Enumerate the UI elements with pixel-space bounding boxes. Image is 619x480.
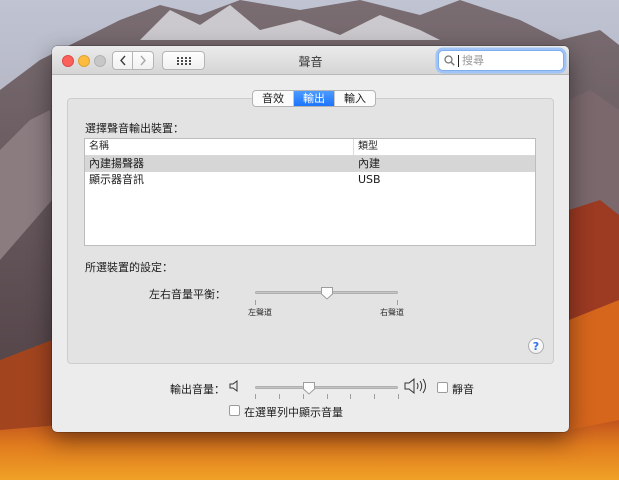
balance-tick-left	[255, 300, 256, 305]
device-name: 內建揚聲器	[89, 157, 144, 170]
table-header: 名稱 類型	[85, 139, 535, 156]
mute-label: 靜音	[452, 383, 474, 396]
volume-slider-thumb[interactable]	[302, 381, 316, 395]
volume-tick	[374, 394, 376, 399]
volume-tick	[326, 394, 328, 399]
tab-output[interactable]: 輸出	[294, 91, 335, 106]
volume-slider-track[interactable]	[255, 386, 398, 389]
text-cursor	[458, 54, 459, 67]
balance-label: 左右音量平衡：	[149, 288, 226, 301]
volume-tick	[255, 394, 256, 399]
device-type: 內建	[358, 157, 380, 170]
tab-sound-effects[interactable]: 音效	[253, 91, 294, 106]
device-name: 顯示器音訊	[89, 173, 144, 186]
selected-device-settings-label: 所選裝置的設定：	[85, 261, 173, 274]
select-output-device-label: 選擇聲音輸出裝置：	[85, 122, 184, 135]
volume-tick	[398, 394, 399, 399]
search-field[interactable]	[438, 50, 564, 71]
show-volume-in-menubar-label: 在選單列中顯示音量	[244, 406, 343, 419]
tab-input[interactable]: 輸入	[335, 91, 375, 106]
volume-tick	[278, 394, 280, 399]
balance-tick-right	[397, 300, 398, 305]
balance-right-label: 右聲道	[380, 308, 404, 317]
help-button[interactable]: ?	[528, 338, 544, 354]
speaker-high-icon	[404, 377, 426, 395]
volume-tick	[350, 394, 352, 399]
speaker-low-icon	[229, 380, 238, 392]
device-type: USB	[358, 173, 381, 186]
balance-slider-thumb[interactable]	[320, 286, 334, 300]
balance-left-label: 左聲道	[248, 308, 272, 317]
tab-bar: 音效 輸出 輸入	[252, 90, 376, 107]
column-header-name[interactable]: 名稱	[85, 139, 354, 155]
show-volume-in-menubar-checkbox[interactable]	[229, 405, 240, 416]
table-row[interactable]: 顯示器音訊 USB	[85, 172, 535, 188]
title-bar: 聲音	[52, 46, 569, 75]
column-header-type[interactable]: 類型	[354, 139, 378, 155]
output-volume-label: 輸出音量：	[170, 383, 225, 396]
search-input[interactable]	[462, 54, 562, 67]
output-device-table: 名稱 類型 內建揚聲器 內建 顯示器音訊 USB	[84, 138, 536, 246]
search-icon	[444, 55, 455, 66]
sound-preferences-window: 聲音 音效 輸出 輸入 選擇聲音輸出裝置： 名稱 類型 內建揚聲器 內建 顯示器…	[52, 46, 569, 432]
mute-checkbox[interactable]	[437, 382, 448, 393]
table-row[interactable]: 內建揚聲器 內建	[85, 156, 535, 172]
